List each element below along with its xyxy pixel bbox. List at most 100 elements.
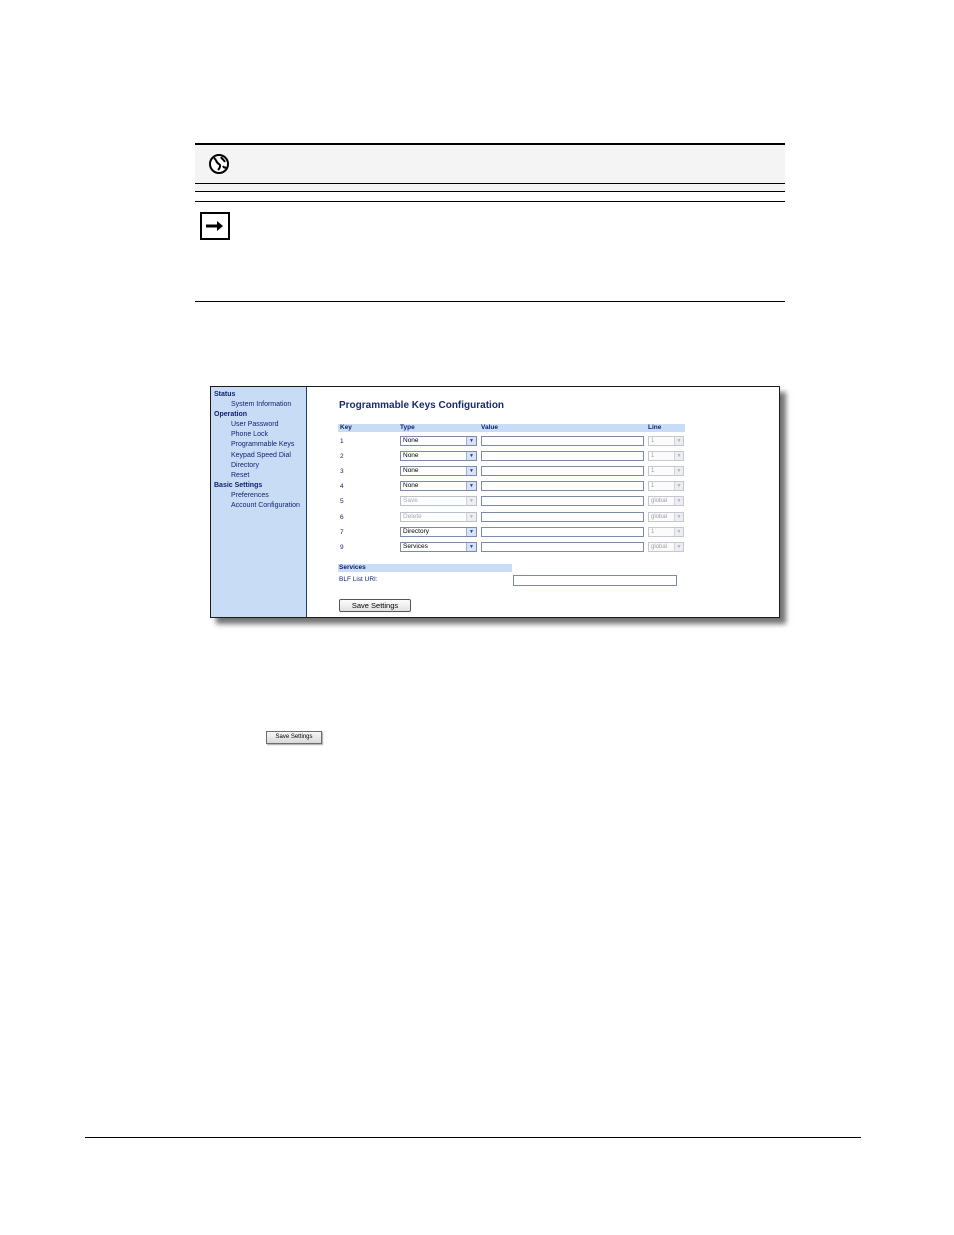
key-number: 3 [340, 468, 344, 476]
key-value-input[interactable] [481, 541, 644, 552]
sidebar-item[interactable]: Directory [211, 461, 306, 471]
table-header-band [338, 424, 685, 432]
key-type-select[interactable]: Services ▼ [400, 541, 477, 552]
table-row: 6 Delete ▼ global ▼ [338, 511, 688, 524]
sidebar-item[interactable]: Reset [211, 471, 306, 481]
chevron-down-icon: ▼ [674, 452, 683, 461]
key-type-value: Delete [403, 512, 422, 520]
key-line-select: global ▼ [648, 541, 684, 552]
save-settings-button-inline: Save Settings [266, 731, 322, 744]
key-value-input[interactable] [481, 511, 644, 522]
chevron-down-icon: ▼ [466, 482, 476, 491]
sidebar-item[interactable]: Keypad Speed Dial [211, 451, 306, 461]
sidebar-item[interactable]: Programmable Keys [211, 440, 306, 450]
key-line-select: 1 ▼ [648, 466, 684, 477]
chevron-down-icon: ▼ [466, 497, 476, 506]
key-number: 4 [340, 483, 344, 491]
key-type-select: Delete ▼ [400, 511, 477, 522]
key-type-value: None [403, 437, 419, 444]
table-row: 9 Services ▼ global ▼ [338, 541, 688, 554]
page-title: Programmable Keys Configuration [339, 400, 505, 411]
note-top-rule [195, 201, 785, 202]
chevron-down-icon: ▼ [674, 512, 683, 521]
key-number: 5 [340, 498, 344, 506]
key-number: 1 [340, 438, 344, 445]
key-type-select[interactable]: None ▼ [400, 481, 477, 492]
key-line-value: 1 [651, 453, 655, 460]
chevron-down-icon: ▼ [674, 527, 683, 536]
key-line-select: 1 ▼ [648, 451, 684, 462]
chevron-down-icon: ▼ [466, 452, 476, 461]
key-type-select[interactable]: None ▼ [400, 436, 477, 446]
sidebar-item[interactable]: System Information [211, 400, 306, 410]
key-line-value: 1 [651, 438, 655, 444]
sidebar-item[interactable]: Account Configuration [211, 501, 306, 511]
web-ui-callout [195, 143, 785, 192]
footer-rule [85, 1137, 861, 1138]
key-type-select: Save ▼ [400, 496, 477, 507]
key-value-input[interactable] [481, 436, 644, 446]
key-type-value: None [403, 452, 419, 460]
chevron-down-icon: ▼ [466, 527, 476, 536]
key-value-input[interactable] [481, 481, 644, 492]
key-number: 7 [340, 528, 344, 536]
services-title: Services [339, 564, 366, 571]
chevron-down-icon: ▼ [674, 467, 683, 476]
sidebar-section-title: Basic Settings [214, 481, 263, 489]
header-type: Type [400, 424, 415, 431]
table-row: 3 None ▼ 1 ▼ [338, 466, 688, 478]
key-number: 2 [340, 453, 344, 461]
key-line-select: 1 ▼ [648, 436, 684, 446]
key-line-select: global ▼ [648, 496, 684, 507]
key-type-value: Services [403, 542, 428, 550]
chevron-down-icon: ▼ [466, 512, 476, 521]
chevron-down-icon: ▼ [674, 482, 683, 491]
key-line-value: global [651, 513, 668, 520]
sidebar-item[interactable]: User Password [211, 420, 306, 430]
sidebar-item[interactable]: Phone Lock [211, 430, 306, 440]
table-row: 5 Save ▼ global ▼ [338, 496, 688, 508]
blf-list-uri-input[interactable] [513, 575, 677, 586]
key-type-select[interactable]: Directory ▼ [400, 526, 477, 537]
key-line-select: 1 ▼ [648, 526, 684, 537]
table-row: 1 None ▼ 1 ▼ [338, 436, 688, 448]
key-line-value: global [651, 543, 668, 550]
key-value-input[interactable] [481, 526, 644, 537]
blf-list-uri-label: BLF List URI: [339, 576, 378, 583]
sidebar-section-title: Status [214, 391, 236, 398]
chevron-down-icon: ▼ [466, 542, 476, 551]
header-key: Key [340, 424, 352, 431]
key-line-value: global [651, 498, 668, 505]
main-panel: Programmable Keys Configuration Key Type… [308, 387, 779, 617]
chevron-down-icon: ▼ [466, 437, 476, 445]
key-number: 6 [340, 513, 344, 521]
key-value-input[interactable] [481, 496, 644, 507]
key-line-select: global ▼ [648, 511, 684, 522]
key-type-select[interactable]: None ▼ [400, 451, 477, 462]
key-value-input[interactable] [481, 466, 644, 477]
chevron-down-icon: ▼ [674, 542, 683, 551]
key-line-value: 1 [651, 468, 655, 475]
key-type-select[interactable]: None ▼ [400, 466, 477, 477]
key-value-input[interactable] [481, 451, 644, 462]
header-line: Line [648, 424, 662, 431]
chevron-down-icon: ▼ [674, 497, 683, 506]
note-bottom-rule [195, 301, 785, 302]
arrow-right-icon [200, 212, 230, 240]
sidebar-item[interactable]: Preferences [211, 491, 306, 501]
callout-divider [195, 183, 785, 184]
programmable-keys-screenshot: Status System Information Operation User Pa… [210, 386, 780, 618]
chevron-down-icon: ▼ [674, 437, 683, 445]
key-type-value: Save [403, 497, 418, 505]
key-line-value: 1 [651, 483, 655, 490]
save-settings-button[interactable]: Save Settings [339, 599, 411, 612]
sidebar-section-title: Operation [214, 411, 248, 419]
key-type-value: None [403, 482, 419, 490]
key-line-select: 1 ▼ [648, 481, 684, 492]
table-row: 2 None ▼ 1 ▼ [338, 451, 688, 463]
header-value: Value [481, 424, 498, 431]
chevron-down-icon: ▼ [466, 467, 476, 476]
sidebar-nav: Status System Information Operation User Pa… [211, 387, 307, 617]
key-type-value: None [403, 467, 419, 475]
table-row: 4 None ▼ 1 ▼ [338, 481, 688, 493]
